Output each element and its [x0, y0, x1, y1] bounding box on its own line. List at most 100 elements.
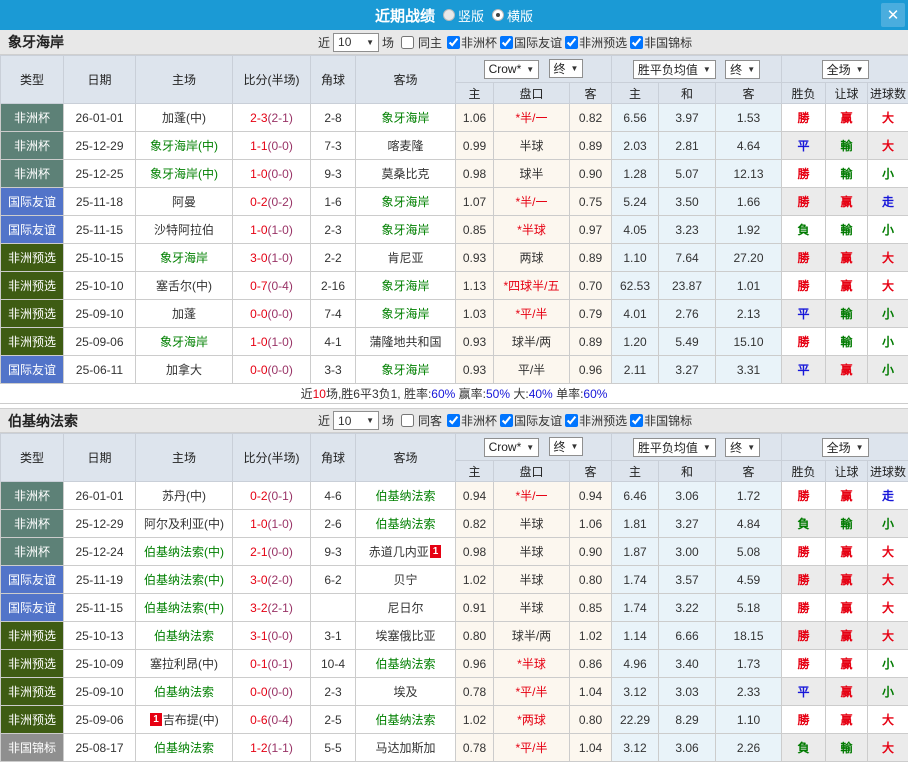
- away-team[interactable]: 埃塞俄比亚: [356, 622, 456, 650]
- match-type: 国际友谊: [1, 566, 64, 594]
- checkbox-input[interactable]: [401, 36, 414, 49]
- competition-checkbox[interactable]: 非国锦标: [630, 412, 692, 429]
- away-team[interactable]: 马达加斯加: [356, 734, 456, 762]
- checkbox-input[interactable]: [500, 414, 513, 427]
- checkbox-input[interactable]: [447, 36, 460, 49]
- match-type: 非洲杯: [1, 538, 64, 566]
- match-count-select[interactable]: 10 ▼: [333, 411, 379, 430]
- home-team[interactable]: 加拿大: [136, 356, 233, 384]
- competition-checkbox[interactable]: 非国锦标: [630, 34, 692, 51]
- away-team-name: 象牙海岸: [381, 223, 429, 237]
- odds-home: 1.06: [456, 104, 494, 132]
- away-team[interactable]: 象牙海岸: [356, 356, 456, 384]
- competition-checkbox[interactable]: 非洲杯: [447, 34, 497, 51]
- home-team[interactable]: 阿曼: [136, 188, 233, 216]
- checkbox-input[interactable]: [565, 36, 578, 49]
- same-venue-checkbox[interactable]: 同客: [401, 412, 442, 429]
- wdl-time-select[interactable]: 终▼: [725, 438, 760, 457]
- checkbox-input[interactable]: [630, 36, 643, 49]
- home-team[interactable]: 加蓬(中): [136, 104, 233, 132]
- home-team[interactable]: 象牙海岸(中): [136, 132, 233, 160]
- checkbox-input[interactable]: [630, 414, 643, 427]
- home-team[interactable]: 塞拉利昂(中): [136, 650, 233, 678]
- home-team[interactable]: 伯基纳法索: [136, 622, 233, 650]
- away-team[interactable]: 蒲隆地共和国: [356, 328, 456, 356]
- table-row: 非洲预选25-09-06象牙海岸1-0(1-0)4-1蒲隆地共和国0.93球半/…: [1, 328, 908, 356]
- close-button[interactable]: ✕: [881, 3, 905, 27]
- layout-radio-horizontal[interactable]: 横版: [492, 6, 533, 25]
- match-date: 25-11-19: [64, 566, 136, 594]
- competition-checkbox[interactable]: 非洲预选: [565, 412, 627, 429]
- odds-company-select[interactable]: Crow*▼: [484, 438, 540, 457]
- result-goals: 大: [868, 622, 908, 650]
- checkbox-input[interactable]: [500, 36, 513, 49]
- competition-checkbox[interactable]: 国际友谊: [500, 412, 562, 429]
- layout-radio-vertical[interactable]: 竖版: [443, 6, 484, 25]
- result-handicap: 赢: [826, 566, 868, 594]
- wdl-average-select[interactable]: 胜平负均值▼: [633, 438, 716, 457]
- away-team[interactable]: 象牙海岸: [356, 300, 456, 328]
- away-team[interactable]: 象牙海岸: [356, 104, 456, 132]
- away-team[interactable]: 肯尼亚: [356, 244, 456, 272]
- wdl-average-select[interactable]: 胜平负均值▼: [633, 60, 716, 79]
- summary-segment: 10: [313, 387, 326, 401]
- checkbox-input[interactable]: [447, 414, 460, 427]
- match-count-select[interactable]: 10 ▼: [333, 33, 379, 52]
- away-team[interactable]: 伯基纳法索: [356, 706, 456, 734]
- home-team[interactable]: 苏丹(中): [136, 482, 233, 510]
- competition-checkbox[interactable]: 国际友谊: [500, 34, 562, 51]
- checkbox-input[interactable]: [401, 414, 414, 427]
- home-team-name: 伯基纳法索(中): [144, 573, 224, 587]
- home-team[interactable]: 伯基纳法索: [136, 678, 233, 706]
- away-team[interactable]: 伯基纳法索: [356, 650, 456, 678]
- away-team[interactable]: 象牙海岸: [356, 188, 456, 216]
- home-team[interactable]: 象牙海岸: [136, 244, 233, 272]
- away-team[interactable]: 象牙海岸: [356, 272, 456, 300]
- home-team[interactable]: 沙特阿拉伯: [136, 216, 233, 244]
- home-team[interactable]: 伯基纳法索(中): [136, 594, 233, 622]
- away-team[interactable]: 贝宁: [356, 566, 456, 594]
- handicap-line: *平/半: [494, 734, 570, 762]
- away-team[interactable]: 埃及: [356, 678, 456, 706]
- home-team[interactable]: 伯基纳法索: [136, 734, 233, 762]
- home-team[interactable]: 象牙海岸(中): [136, 160, 233, 188]
- away-team[interactable]: 伯基纳法索: [356, 510, 456, 538]
- match-type: 非洲杯: [1, 104, 64, 132]
- result-handicap: 赢: [826, 622, 868, 650]
- chevron-down-icon: ▼: [856, 443, 864, 452]
- away-team[interactable]: 象牙海岸: [356, 216, 456, 244]
- competition-checkbox[interactable]: 非洲预选: [565, 34, 627, 51]
- checkbox-input[interactable]: [565, 414, 578, 427]
- away-team[interactable]: 伯基纳法索: [356, 482, 456, 510]
- same-venue-label: 同主: [418, 34, 442, 51]
- match-type: 非洲预选: [1, 300, 64, 328]
- fulltime-score: 1-2: [250, 741, 267, 755]
- avg-lose: 5.08: [716, 538, 782, 566]
- home-team[interactable]: 加蓬: [136, 300, 233, 328]
- same-venue-checkbox[interactable]: 同主: [401, 34, 442, 51]
- home-team[interactable]: 1吉布提(中): [136, 706, 233, 734]
- competition-checkbox[interactable]: 非洲杯: [447, 412, 497, 429]
- away-team[interactable]: 喀麦隆: [356, 132, 456, 160]
- away-team-name: 象牙海岸: [381, 307, 429, 321]
- home-team[interactable]: 象牙海岸: [136, 328, 233, 356]
- sub-header-avg-win: 主: [612, 83, 659, 104]
- handicap-line: *半/一: [494, 188, 570, 216]
- home-team[interactable]: 阿尔及利亚(中): [136, 510, 233, 538]
- result-goals: 走: [868, 482, 908, 510]
- period-select[interactable]: 全场▼: [822, 60, 869, 79]
- odds-company-select[interactable]: Crow*▼: [484, 60, 540, 79]
- odds-time-select[interactable]: 终▼: [549, 59, 584, 78]
- away-team[interactable]: 赤道几内亚1: [356, 538, 456, 566]
- away-team[interactable]: 尼日尔: [356, 594, 456, 622]
- period-select[interactable]: 全场▼: [822, 438, 869, 457]
- away-team[interactable]: 莫桑比克: [356, 160, 456, 188]
- odds-time-select[interactable]: 终▼: [549, 437, 584, 456]
- result-handicap: 輸: [826, 300, 868, 328]
- home-team[interactable]: 伯基纳法索(中): [136, 566, 233, 594]
- wdl-time-select[interactable]: 终▼: [725, 60, 760, 79]
- home-team[interactable]: 伯基纳法索(中): [136, 538, 233, 566]
- home-team[interactable]: 塞舌尔(中): [136, 272, 233, 300]
- competition-label: 国际友谊: [514, 34, 562, 51]
- table-body: 非洲杯26-01-01加蓬(中)2-3(2-1)2-8象牙海岸1.06*半/一0…: [1, 104, 908, 384]
